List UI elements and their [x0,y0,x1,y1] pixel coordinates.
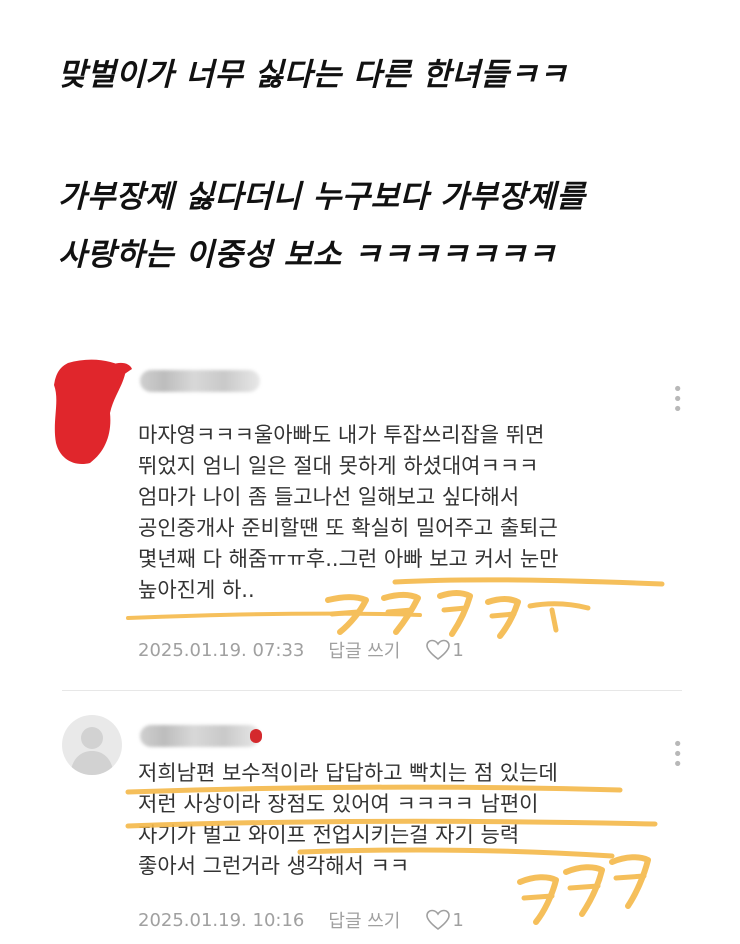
username-blurred [140,725,260,747]
comment-text-line: 저런 사상이라 장점도 있어여 ㅋㅋㅋㅋ 남편이 [138,792,539,816]
comment-text-line: 좋아서 그런거라 생각해서 ㅋㅋ [138,854,410,878]
comment-body: 마자영ㅋㅋㅋ울아빠도 내가 투잡쓰리잡을 뛰면 뛰었지 엄니 일은 절대 못하게… [138,420,558,606]
comment-item: • • • 마자영ㅋㅋㅋ울아빠도 내가 투잡쓰리잡을 뛰면 뛰었지 엄니 일은 … [0,345,740,685]
default-avatar-icon [62,715,122,775]
comment-meta: 2025.01.19. 07:33 답글 쓰기 1 [138,637,464,663]
more-options-icon[interactable]: • • • [655,381,685,419]
comment-text-line: 높아진게 하.. [138,578,255,602]
like-count: 1 [452,909,464,931]
comment-divider [62,690,682,691]
comment-body: 저희남편 보수적이라 답답하고 빡치는 점 있는데 저런 사상이라 장점도 있어… [138,758,558,882]
comment-text-line: 엄마가 나이 좀 들고나선 일해보고 싶다해서 [138,485,520,509]
comment-meta: 2025.01.19. 10:16 답글 쓰기 1 [138,907,464,933]
reply-button[interactable]: 답글 쓰기 [328,907,400,933]
comment-date: 2025.01.19. 10:16 [138,909,305,931]
like-count: 1 [452,639,464,661]
comment-item: • • • 저희남편 보수적이라 답답하고 빡치는 점 있는데 저런 사상이라 … [0,700,740,944]
heart-icon [426,639,451,661]
heart-icon [426,909,451,931]
caption-line-2: 가부장제 싫다더니 누구보다 가부장제를 [58,179,586,215]
caption-line-3: 사랑하는 이중성 보소 ㅋㅋㅋㅋㅋㅋㅋ [58,237,557,273]
comment-text-line: 공인중개사 준비할땐 또 확실히 밀어주고 출퇴근 [138,516,558,540]
comment-text-line: 자기가 벌고 와이프 전업시키는걸 자기 능력 [138,823,520,847]
caption-line-1: 맞벌이가 너무 싫다는 다른 한녀들ㅋㅋ [58,57,568,93]
censor-scribble-icon [54,359,132,465]
comment-date: 2025.01.19. 07:33 [138,639,305,661]
reply-button[interactable]: 답글 쓰기 [328,637,400,663]
comment-text-line: 몇년째 다 해줌ㅠㅠ후..그런 아빠 보고 커서 눈만 [138,547,559,571]
comment-text-line: 뛰었지 엄니 일은 절대 못하게 하셨대여ㅋㅋㅋ [138,454,539,478]
comment-text-line: 저희남편 보수적이라 답답하고 빡치는 점 있는데 [138,761,558,785]
username-blurred [140,370,260,392]
like-button[interactable]: 1 [426,639,464,661]
like-button[interactable]: 1 [426,909,464,931]
censor-mark [250,729,262,743]
comment-text-line: 마자영ㅋㅋㅋ울아빠도 내가 투잡쓰리잡을 뛰면 [138,423,545,447]
more-options-icon[interactable]: • • • [655,736,685,774]
